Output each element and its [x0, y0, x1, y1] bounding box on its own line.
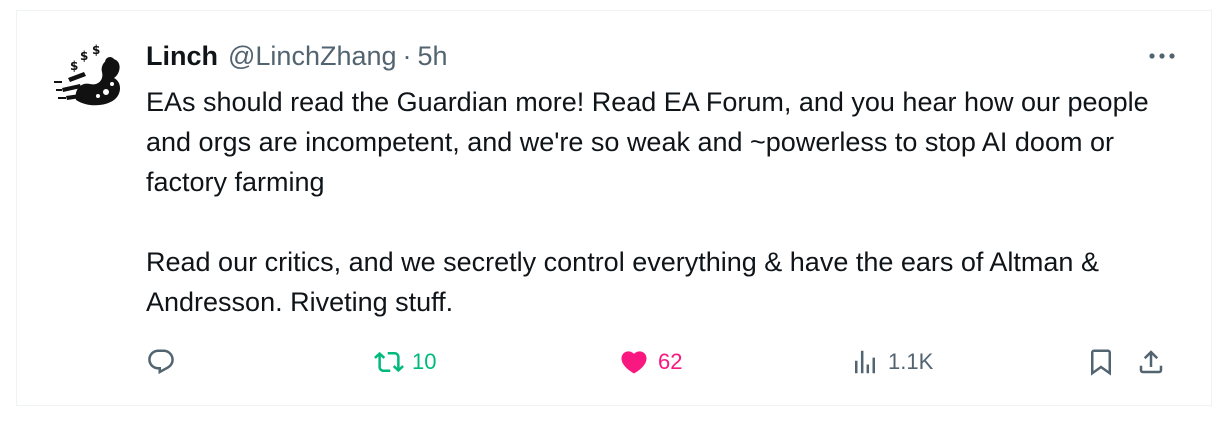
tweet-header: Linch @LinchZhang · 5h: [146, 40, 448, 72]
svg-text:$: $: [92, 43, 100, 57]
author-handle[interactable]: @LinchZhang: [228, 40, 397, 72]
share-icon: [1139, 350, 1163, 374]
heart-icon: [621, 351, 647, 374]
more-icon: [1149, 53, 1175, 59]
analytics-icon: [855, 350, 875, 374]
separator-dot: ·: [402, 41, 412, 71]
author-name[interactable]: Linch: [146, 40, 218, 72]
tweet-paragraph: Read our critics, and we secretly contro…: [146, 247, 1105, 317]
share-button[interactable]: [1136, 344, 1166, 380]
tweet-text: EAs should read the Guardian more! Read …: [146, 82, 1186, 322]
views-button[interactable]: 1.1K: [850, 344, 933, 380]
tweet-paragraph: EAs should read the Guardian more! Read …: [146, 87, 1157, 197]
retweet-button[interactable]: 10: [374, 344, 436, 380]
bookmark-button[interactable]: [1086, 344, 1116, 380]
action-bar: 10 62 1.1K: [146, 344, 1186, 380]
reply-icon: [148, 349, 174, 375]
svg-text:$: $: [80, 49, 88, 63]
tweet-time[interactable]: 5h: [418, 40, 448, 72]
svg-text:$: $: [70, 59, 78, 73]
like-button[interactable]: 62: [618, 344, 682, 380]
avatar-image-icon: $ $ $: [48, 38, 128, 118]
retweet-icon: [374, 351, 404, 373]
retweet-count: 10: [412, 349, 437, 374]
bookmark-icon: [1091, 349, 1111, 376]
views-count: 1.1K: [888, 349, 934, 374]
reply-button[interactable]: [146, 344, 176, 380]
like-count: 62: [658, 349, 683, 374]
avatar[interactable]: $ $ $: [48, 38, 128, 118]
more-options-button[interactable]: [1146, 44, 1178, 68]
